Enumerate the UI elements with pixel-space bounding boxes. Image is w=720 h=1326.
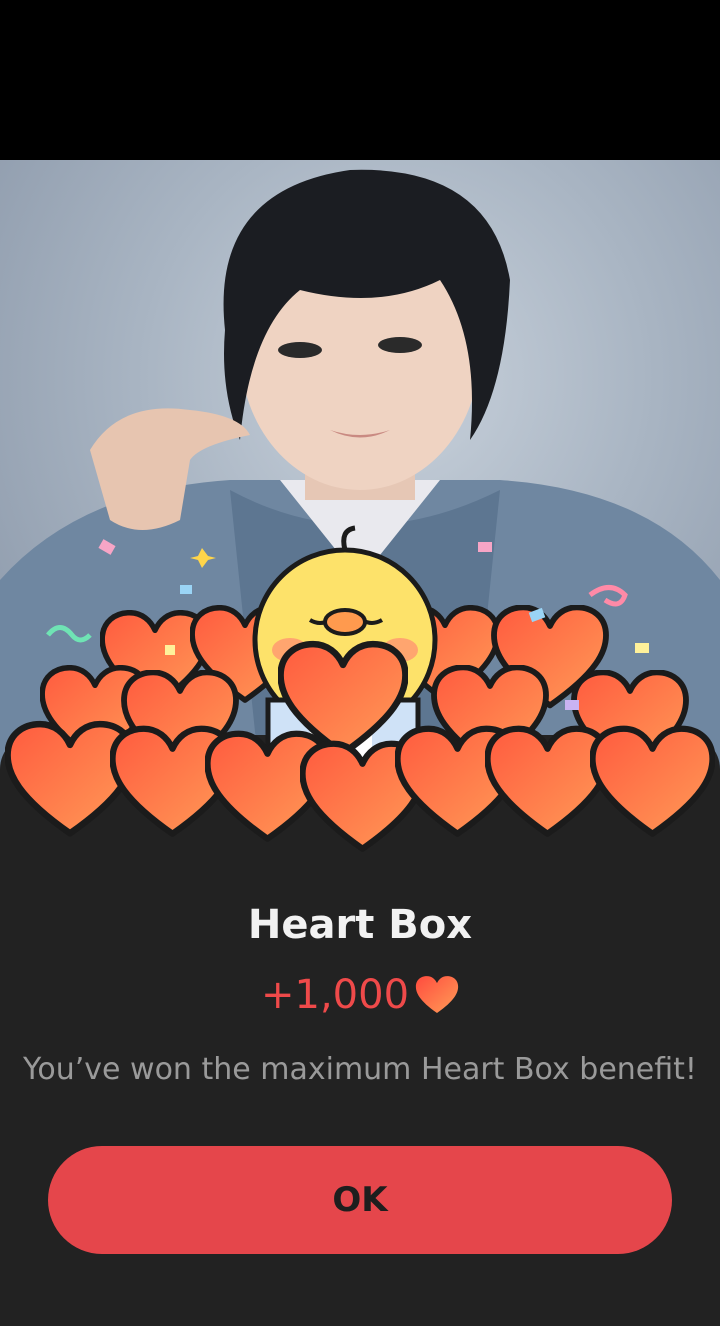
reward-amount-row: +1,000 bbox=[0, 972, 720, 1018]
reward-amount: +1,000 bbox=[260, 972, 410, 1018]
dialog-title: Heart Box bbox=[247, 902, 473, 948]
heart-box-illustration bbox=[0, 500, 720, 860]
heart-icon bbox=[415, 976, 459, 1014]
ok-button[interactable]: OK bbox=[48, 1146, 672, 1254]
benefit-message: You’ve won the maximum Heart Box benefit… bbox=[23, 1052, 697, 1087]
top-black-bar bbox=[0, 0, 720, 160]
